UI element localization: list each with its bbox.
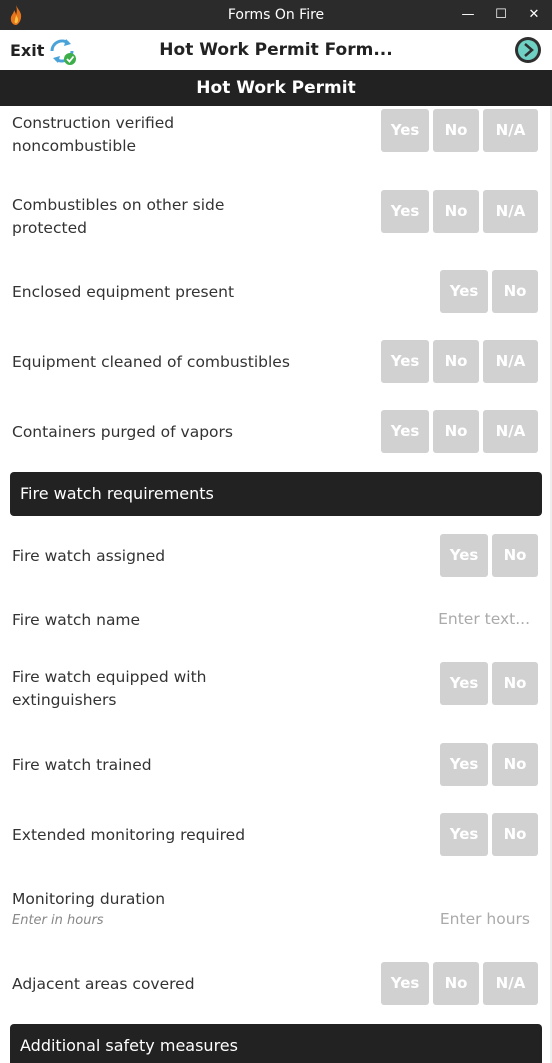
na-button[interactable]: N/A [483,410,538,453]
form-title: Hot Work Permit Form... [159,40,393,60]
question-label: Adjacent areas covered [12,975,195,993]
question-label: Containers purged of vapors [12,423,233,441]
question-label: Fire watch equipped with extinguishers [12,668,207,709]
no-button[interactable]: No [492,270,538,313]
question-label: Extended monitoring required [12,826,246,844]
group-header-fire-watch[interactable]: Fire watch requirements [10,472,542,516]
yes-button[interactable]: Yes [381,340,429,383]
yes-button[interactable]: Yes [381,962,429,1005]
na-button[interactable]: N/A [483,109,538,152]
no-button[interactable]: No [492,534,538,577]
no-button[interactable]: No [433,962,479,1005]
section-header: Hot Work Permit [0,70,552,106]
question-label: Enclosed equipment present [12,283,235,301]
no-button[interactable]: No [492,743,538,786]
yes-button[interactable]: Yes [381,190,429,233]
close-button[interactable]: ✕ [519,4,549,26]
yes-button[interactable]: Yes [381,410,429,453]
question-label: Fire watch trained [12,756,152,774]
next-arrow-icon[interactable] [514,36,542,64]
maximize-button[interactable]: ☐ [486,4,516,26]
question-hint: Enter in hours [12,913,104,928]
no-button[interactable]: No [433,190,479,233]
no-button[interactable]: No [433,340,479,383]
group-header-additional-safety[interactable]: Additional safety measures [10,1024,542,1063]
minimize-button[interactable]: — [453,4,483,26]
app-header: Exit Hot Work Permit Form... [0,30,552,71]
na-button[interactable]: N/A [483,340,538,383]
na-button[interactable]: N/A [483,190,538,233]
yes-button[interactable]: Yes [440,534,488,577]
yes-button[interactable]: Yes [440,743,488,786]
fire-watch-name-input[interactable]: Enter text... [438,610,530,628]
no-button[interactable]: No [492,813,538,856]
question-label: Fire watch assigned [12,547,166,565]
question-label: Construction verified noncombustible [12,114,175,155]
group-title: Additional safety measures [20,1036,238,1055]
question-row: Monitoring duration Enter in hours Enter… [0,886,552,936]
no-button[interactable]: No [492,662,538,705]
yes-button[interactable]: Yes [440,813,488,856]
monitoring-duration-input[interactable]: Enter hours [440,910,530,928]
no-button[interactable]: No [433,109,479,152]
yes-button[interactable]: Yes [381,109,429,152]
question-row: Fire watch name Enter text... [0,606,552,636]
question-label: Monitoring duration [12,890,166,908]
yes-button[interactable]: Yes [440,270,488,313]
question-label: Fire watch name [12,611,141,629]
yes-button[interactable]: Yes [440,662,488,705]
form-content: Construction verified noncombustible Yes… [0,106,552,1063]
group-title: Fire watch requirements [20,484,214,503]
question-label: Combustibles on other side protected [12,196,225,237]
question-label: Equipment cleaned of combustibles [12,353,290,371]
no-button[interactable]: No [433,410,479,453]
window-titlebar: Forms On Fire — ☐ ✕ [0,0,552,30]
na-button[interactable]: N/A [483,962,538,1005]
